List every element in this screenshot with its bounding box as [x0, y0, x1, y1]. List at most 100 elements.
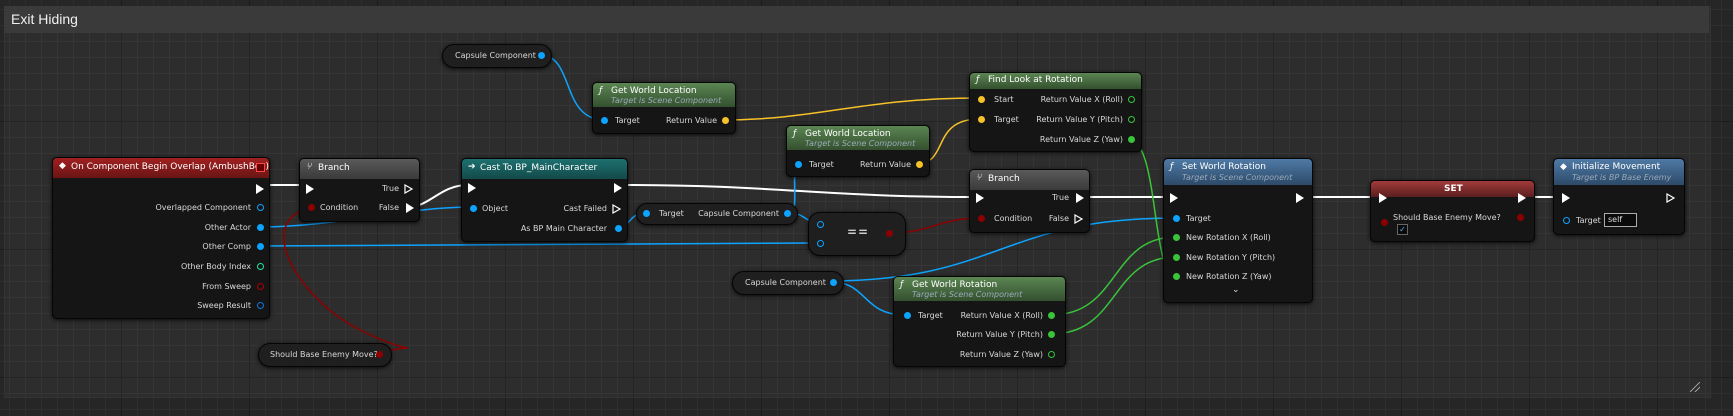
function-title: Find Look at Rotation: [988, 75, 1083, 85]
branch-node[interactable]: ⑂ Branch True Condition False: [969, 169, 1090, 233]
target-label: Target: [1186, 214, 1211, 223]
float-pin[interactable]: [1048, 331, 1055, 338]
expand-chevron-icon[interactable]: ⌄: [1232, 285, 1240, 295]
vector-pin[interactable]: [722, 117, 729, 124]
pin-label: From Sweep: [202, 282, 251, 291]
exec-out-pin[interactable]: [1518, 193, 1526, 203]
function-title: Get World Rotation: [912, 280, 998, 290]
object-pin[interactable]: [601, 117, 608, 124]
capsule-component-variable[interactable]: Capsule Component: [442, 44, 552, 68]
exec-in-pin[interactable]: [468, 183, 476, 193]
as-character-label: As BP Main Character: [520, 224, 607, 233]
exec-in-pin[interactable]: [1379, 193, 1387, 203]
capsule-component-variable[interactable]: Capsule Component: [732, 271, 844, 295]
should-move-label: Should Base Enemy Move?: [270, 350, 378, 359]
object-pin[interactable]: [643, 210, 650, 217]
new-rotation-y-label: New Rotation Y (Pitch): [1186, 253, 1276, 262]
bool-pin[interactable]: [886, 230, 893, 237]
object-pin[interactable]: [817, 221, 824, 228]
exec-out-true-pin[interactable]: [1076, 193, 1084, 203]
exec-in-pin[interactable]: [976, 193, 984, 203]
object-pin[interactable]: [257, 224, 264, 231]
exec-out-pin[interactable]: [256, 184, 264, 194]
get-world-location-node[interactable]: ƒ Get World Location Target is Scene Com…: [786, 125, 930, 177]
branch-node[interactable]: ⑂ Branch True Condition False: [299, 158, 420, 222]
self-value-field[interactable]: self: [1604, 213, 1637, 227]
cast-node[interactable]: ➔ Cast To BP_MainCharacter Object Cast F…: [461, 158, 628, 242]
function-header: ƒ Find Look at Rotation: [970, 73, 1141, 89]
exec-in-pin[interactable]: [1562, 193, 1570, 203]
float-pin[interactable]: [1173, 273, 1180, 280]
set-world-rotation-node[interactable]: ƒ Set World Rotation Target is Scene Com…: [1163, 158, 1313, 303]
function-subtitle: Target is Scene Component: [805, 139, 916, 148]
object-pin[interactable]: [784, 210, 791, 217]
pin-label: Other Comp: [202, 242, 251, 251]
equal-symbol: ==: [847, 225, 870, 239]
find-look-at-rotation-node[interactable]: ƒ Find Look at Rotation Start Return Val…: [969, 72, 1142, 152]
object-pin[interactable]: [817, 240, 824, 247]
object-pin[interactable]: [257, 204, 264, 211]
vector-pin[interactable]: [978, 96, 985, 103]
struct-pin[interactable]: [257, 302, 264, 309]
object-pin[interactable]: [1563, 217, 1570, 224]
exec-out-pin[interactable]: [1296, 193, 1304, 203]
float-pin[interactable]: [1128, 96, 1135, 103]
bool-pin[interactable]: [257, 283, 264, 290]
function-header: ƒ Get World Location Target is Scene Com…: [787, 126, 929, 150]
exec-out-pin[interactable]: [1666, 193, 1676, 203]
object-pin[interactable]: [470, 205, 477, 212]
vector-pin[interactable]: [978, 116, 985, 123]
get-world-rotation-node[interactable]: ƒ Get World Rotation Target is Scene Com…: [893, 276, 1066, 367]
object-pin[interactable]: [615, 225, 622, 232]
branch-icon: ⑂: [306, 162, 312, 172]
condition-label: Condition: [320, 203, 359, 212]
float-pin[interactable]: [1173, 254, 1180, 261]
bool-pin[interactable]: [376, 351, 383, 358]
object-pin[interactable]: [1173, 215, 1180, 222]
object-pin[interactable]: [257, 243, 264, 250]
bool-pin[interactable]: [1381, 219, 1388, 226]
float-pin[interactable]: [1048, 312, 1055, 319]
exec-out-pin[interactable]: [614, 183, 622, 193]
float-pin[interactable]: [1128, 116, 1135, 123]
start-label: Start: [994, 95, 1014, 104]
capsule-component-label: Capsule Component: [698, 209, 779, 218]
get-world-location-node[interactable]: ƒ Get World Location Target is Scene Com…: [592, 82, 736, 134]
cast-failed-label: Cast Failed: [563, 204, 607, 213]
exec-out-true-pin[interactable]: [404, 184, 414, 194]
capsule-component-label: Capsule Component: [455, 51, 536, 60]
delegate-pin-icon[interactable]: [256, 163, 265, 172]
should-move-label: Should Base Enemy Move?: [1393, 213, 1501, 222]
exec-out-false-pin[interactable]: [1074, 214, 1084, 224]
object-pin[interactable]: [795, 161, 802, 168]
bool-pin[interactable]: [978, 215, 985, 222]
should-move-checkbox[interactable]: ✓: [1397, 224, 1408, 235]
should-move-variable[interactable]: Should Base Enemy Move?: [258, 343, 392, 367]
float-pin[interactable]: [1173, 234, 1180, 241]
object-pin[interactable]: [904, 312, 911, 319]
bool-pin[interactable]: [1517, 214, 1524, 221]
set-variable-node[interactable]: SET Should Base Enemy Move? ✓: [1370, 180, 1535, 242]
equal-node[interactable]: ==: [808, 212, 906, 256]
target-label: Target: [1576, 216, 1601, 225]
return-z-label: Return Value Z (Yaw): [1039, 135, 1123, 144]
object-pin[interactable]: [538, 52, 545, 59]
vector-pin[interactable]: [916, 161, 923, 168]
event-begin-overlap-node[interactable]: ◆ On Component Begin Overlap (AmbushBox)…: [52, 157, 270, 319]
initialize-movement-node[interactable]: ◆ Initialize Movement Target is BP Base …: [1553, 158, 1685, 235]
exec-out-false-pin[interactable]: [406, 203, 414, 213]
target-label: Target: [918, 311, 943, 320]
float-pin[interactable]: [1048, 351, 1055, 358]
wire-object: [255, 242, 821, 247]
bool-pin[interactable]: [308, 204, 315, 211]
exec-in-pin[interactable]: [1170, 193, 1178, 203]
exec-in-pin[interactable]: [306, 184, 314, 194]
int-pin[interactable]: [257, 263, 264, 270]
target-capsule-get-node[interactable]: Target Capsule Component: [636, 203, 798, 225]
true-label: True: [1052, 193, 1069, 202]
object-pin[interactable]: [830, 279, 837, 286]
function-subtitle: Target is BP Base Enemy: [1572, 173, 1672, 182]
exec-out-failed-pin[interactable]: [612, 204, 622, 214]
function-subtitle: Target is Scene Component: [611, 96, 722, 105]
float-pin[interactable]: [1128, 136, 1135, 143]
